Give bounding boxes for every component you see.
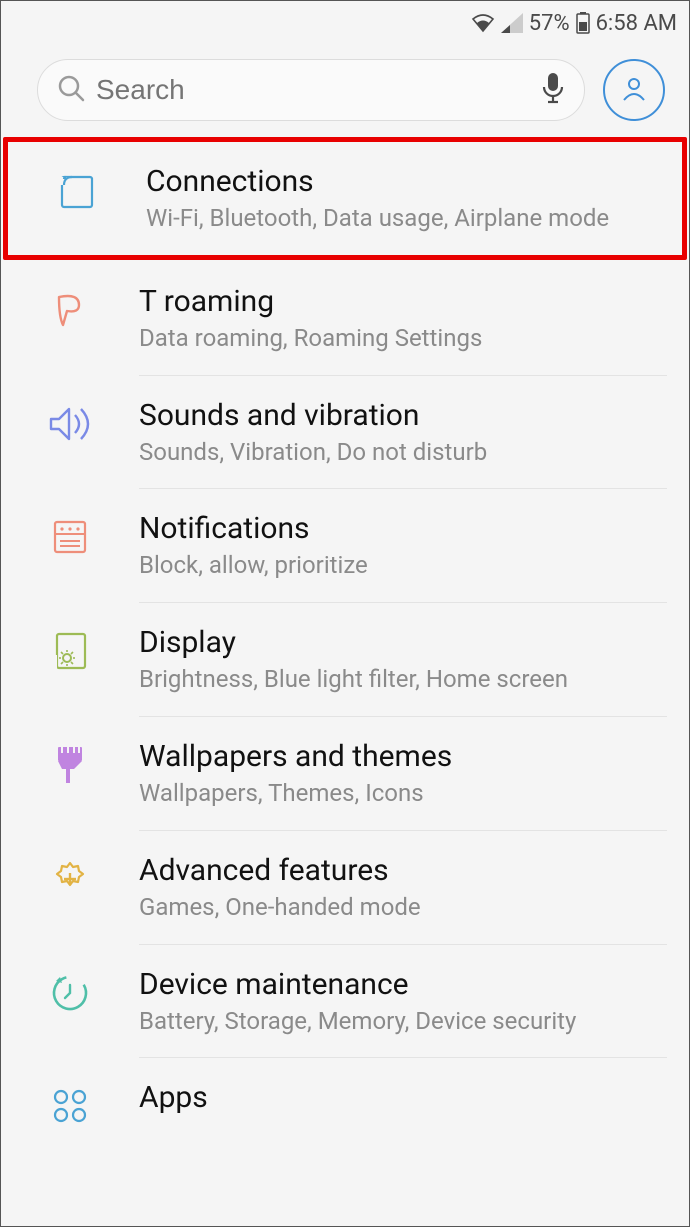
settings-item-sounds[interactable]: Sounds and vibration Sounds, Vibration, … xyxy=(1,376,689,489)
settings-item-t-roaming[interactable]: T roaming Data roaming, Roaming Settings xyxy=(1,262,689,375)
settings-item-subtitle: Wi-Fi, Bluetooth, Data usage, Airplane m… xyxy=(146,204,658,233)
settings-item-notifications[interactable]: Notifications Block, allow, prioritize xyxy=(1,489,689,602)
battery-percent: 57% xyxy=(529,11,570,36)
paintbrush-icon xyxy=(46,741,94,789)
notifications-icon xyxy=(46,513,94,561)
settings-item-title: Display xyxy=(139,625,665,661)
settings-item-title: Apps xyxy=(139,1080,665,1116)
battery-icon xyxy=(576,12,590,34)
search-field[interactable] xyxy=(37,59,585,121)
settings-item-subtitle: Data roaming, Roaming Settings xyxy=(139,324,665,353)
settings-item-device-maintenance[interactable]: Device maintenance Battery, Storage, Mem… xyxy=(1,945,689,1058)
profile-button[interactable] xyxy=(603,59,665,121)
settings-item-title: Connections xyxy=(146,164,658,200)
settings-item-title: Advanced features xyxy=(139,853,665,889)
settings-item-connections[interactable]: Connections Wi-Fi, Bluetooth, Data usage… xyxy=(3,137,687,260)
settings-item-title: Sounds and vibration xyxy=(139,398,665,434)
settings-item-subtitle: Games, One-handed mode xyxy=(139,893,665,922)
cellular-signal-icon xyxy=(501,13,523,33)
gear-plus-icon xyxy=(46,855,94,903)
t-roaming-icon xyxy=(46,286,94,334)
sound-icon xyxy=(46,400,94,448)
settings-item-title: Wallpapers and themes xyxy=(139,739,665,775)
wifi-icon xyxy=(471,13,495,33)
top-bar xyxy=(1,45,689,131)
settings-item-subtitle: Wallpapers, Themes, Icons xyxy=(139,779,665,808)
settings-item-subtitle: Sounds, Vibration, Do not disturb xyxy=(139,438,665,467)
settings-item-subtitle: Brightness, Blue light filter, Home scre… xyxy=(139,665,665,694)
settings-item-title: T roaming xyxy=(139,284,665,320)
settings-item-subtitle: Battery, Storage, Memory, Device securit… xyxy=(139,1007,665,1036)
status-bar: 57% 6:58 AM xyxy=(1,1,689,45)
user-icon xyxy=(619,73,649,107)
settings-item-display[interactable]: Display Brightness, Blue light filter, H… xyxy=(1,603,689,716)
settings-list: Connections Wi-Fi, Bluetooth, Data usage… xyxy=(1,137,689,1130)
clock-time: 6:58 AM xyxy=(596,11,677,36)
display-icon xyxy=(46,627,94,675)
search-icon xyxy=(56,73,86,107)
settings-item-wallpapers[interactable]: Wallpapers and themes Wallpapers, Themes… xyxy=(1,717,689,830)
connections-icon xyxy=(53,166,101,214)
apps-icon xyxy=(46,1082,94,1130)
device-maintenance-icon xyxy=(46,969,94,1017)
settings-item-subtitle: Block, allow, prioritize xyxy=(139,551,665,580)
search-input[interactable] xyxy=(96,74,530,106)
settings-item-apps[interactable]: Apps xyxy=(1,1058,689,1130)
settings-item-title: Notifications xyxy=(139,511,665,547)
settings-item-advanced-features[interactable]: Advanced features Games, One-handed mode xyxy=(1,831,689,944)
settings-item-title: Device maintenance xyxy=(139,967,665,1003)
mic-icon[interactable] xyxy=(540,71,566,109)
